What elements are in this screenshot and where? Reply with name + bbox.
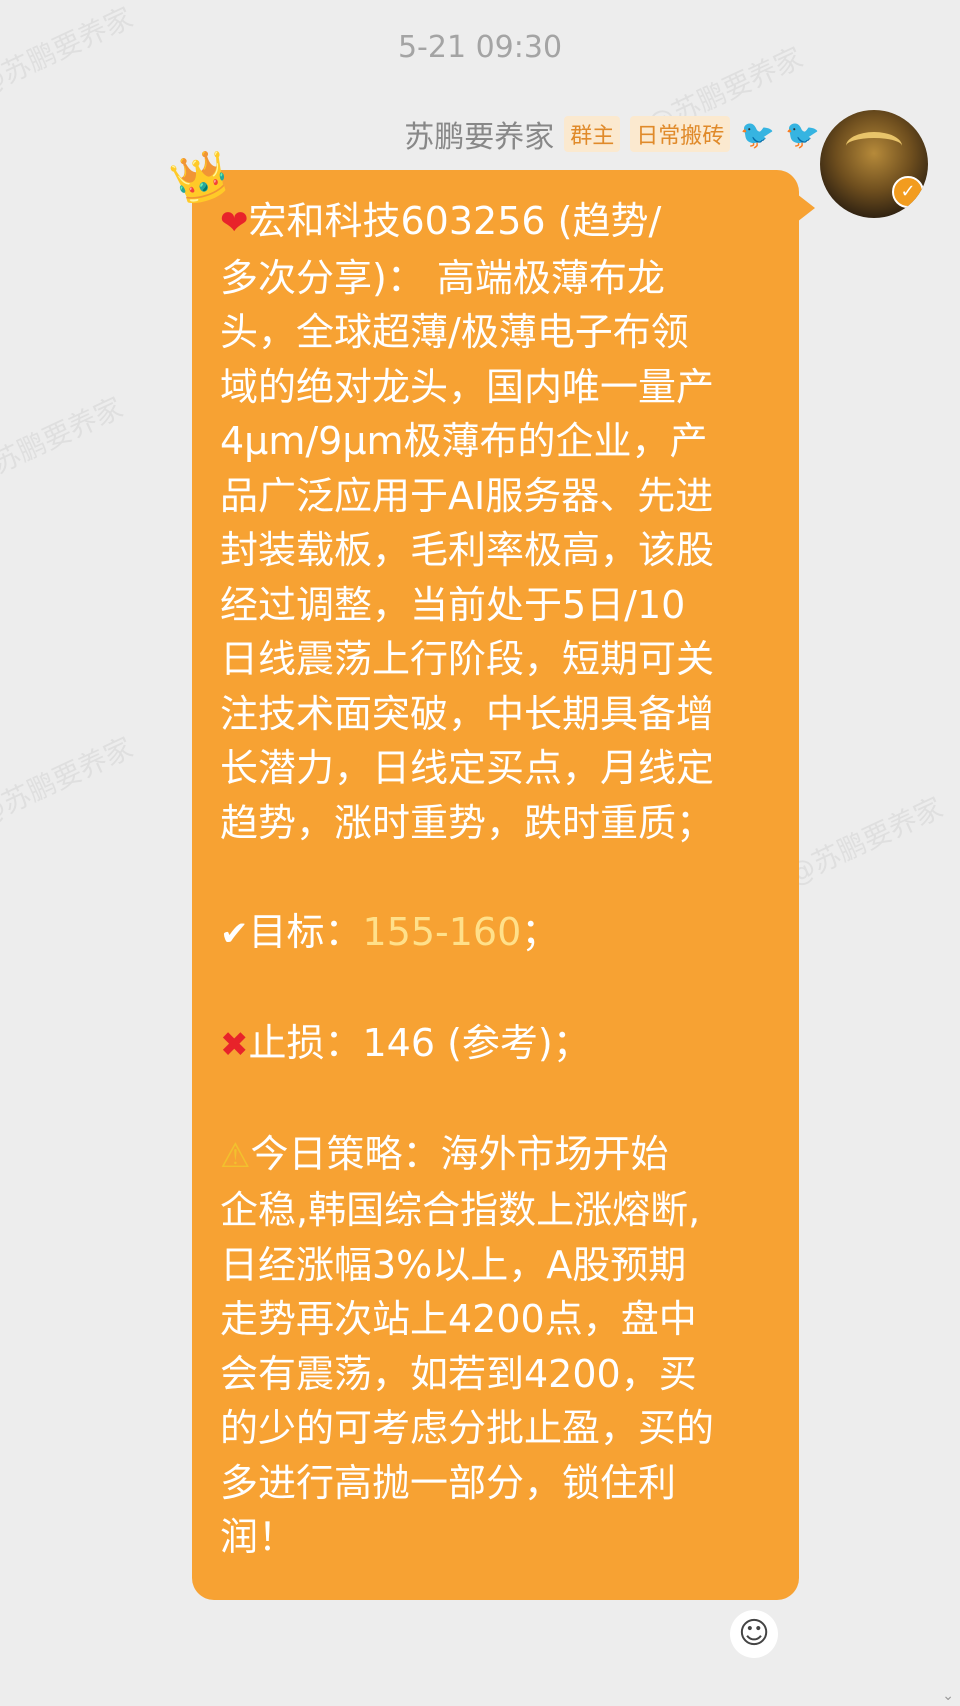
message-line: 域的绝对龙头，国内唯一量产: [220, 364, 715, 409]
strategy-block: ⚠今日策略：海外市场开始 企稳,韩国综合指数上涨熔断, 日经涨幅3%以上，A股预…: [220, 1127, 775, 1565]
heart-icon: ❤: [220, 203, 249, 243]
bull-horn-graphic: [846, 132, 902, 160]
check-mark-icon: ✔: [220, 913, 249, 954]
message-line: 头，全球超薄/极薄电子布领: [220, 310, 689, 354]
bird-icon: 🐦: [785, 117, 820, 151]
chevron-down-icon[interactable]: ⌄: [942, 1688, 954, 1704]
target-line: ✔目标：155-160；: [220, 905, 775, 962]
message-line: 封装载板，毛利率极高，该股: [220, 528, 715, 572]
bubble-tail: [797, 194, 815, 222]
watermark: @苏鹏要养家: [781, 790, 948, 892]
add-reaction-icon[interactable]: ☺: [730, 1610, 778, 1658]
message-line: 多进行高抛一部分，锁住利: [220, 1460, 677, 1505]
sender-name[interactable]: 苏鹏要养家: [404, 112, 554, 156]
cross-mark-icon: ✖: [220, 1024, 249, 1065]
message-line: 今日策略：海外市场开始: [250, 1131, 669, 1176]
message-line: 多次分享)： 高端极薄布龙: [220, 255, 665, 300]
message-timestamp: 5-21 09:30: [397, 30, 563, 65]
avatar[interactable]: ✓: [820, 110, 928, 218]
verified-badge-icon: ✓: [892, 176, 924, 208]
watermark: @苏鹏要养家: [0, 730, 138, 832]
target-end: ；: [521, 909, 560, 954]
message-line: 趋势，涨时重势，跌时重质；: [220, 800, 715, 845]
message-line: 走势再次站上4200点，盘中: [220, 1297, 697, 1341]
stop-loss-text: 止损：146 (参考)；: [248, 1020, 591, 1065]
message-line: 日经涨幅3%以上，A股预期: [220, 1242, 687, 1287]
message-line: 4μm/9μm极薄布的企业，产: [220, 419, 708, 463]
message-line: 润！: [220, 1515, 297, 1559]
message-line: 会有震荡，如若到4200，买: [220, 1351, 697, 1396]
message-line: 宏和科技603256 (趋势/: [248, 199, 662, 243]
message-line: 品广泛应用于AI服务器、先进: [220, 473, 714, 518]
target-value: 155-160: [362, 909, 522, 954]
message-bubble[interactable]: ❤宏和科技603256 (趋势/ 多次分享)： 高端极薄布龙 头，全球超薄/极薄…: [192, 170, 799, 1600]
sender-info: 苏鹏要养家 群主 日常搬砖 🐦 🐦: [404, 112, 820, 156]
target-label: 目标：: [248, 909, 363, 954]
message-line: 长潜力，日线定买点，月线定: [220, 746, 715, 790]
stop-loss-line: ✖止损：146 (参考)；: [220, 1016, 775, 1073]
role-badge-owner: 群主: [564, 116, 621, 152]
message-line: 日线震荡上行阶段，短期可关: [220, 637, 715, 681]
message-line: 经过调整，当前处于5日/10: [220, 582, 686, 627]
bird-icon: 🐦: [740, 117, 776, 151]
message-intro: ❤宏和科技603256 (趋势/ 多次分享)： 高端极薄布龙 头，全球超薄/极薄…: [220, 194, 775, 850]
message-line: 注技术面突破，中长期具备增: [220, 691, 715, 736]
warning-icon: ⚠: [220, 1135, 251, 1176]
watermark: @苏鹏要养家: [0, 390, 128, 492]
message-line: 的少的可考虑分批止盈，买的: [220, 1406, 715, 1450]
role-badge-title: 日常搬砖: [630, 116, 731, 152]
message-line: 企稳,韩国综合指数上涨熔断,: [220, 1188, 701, 1232]
